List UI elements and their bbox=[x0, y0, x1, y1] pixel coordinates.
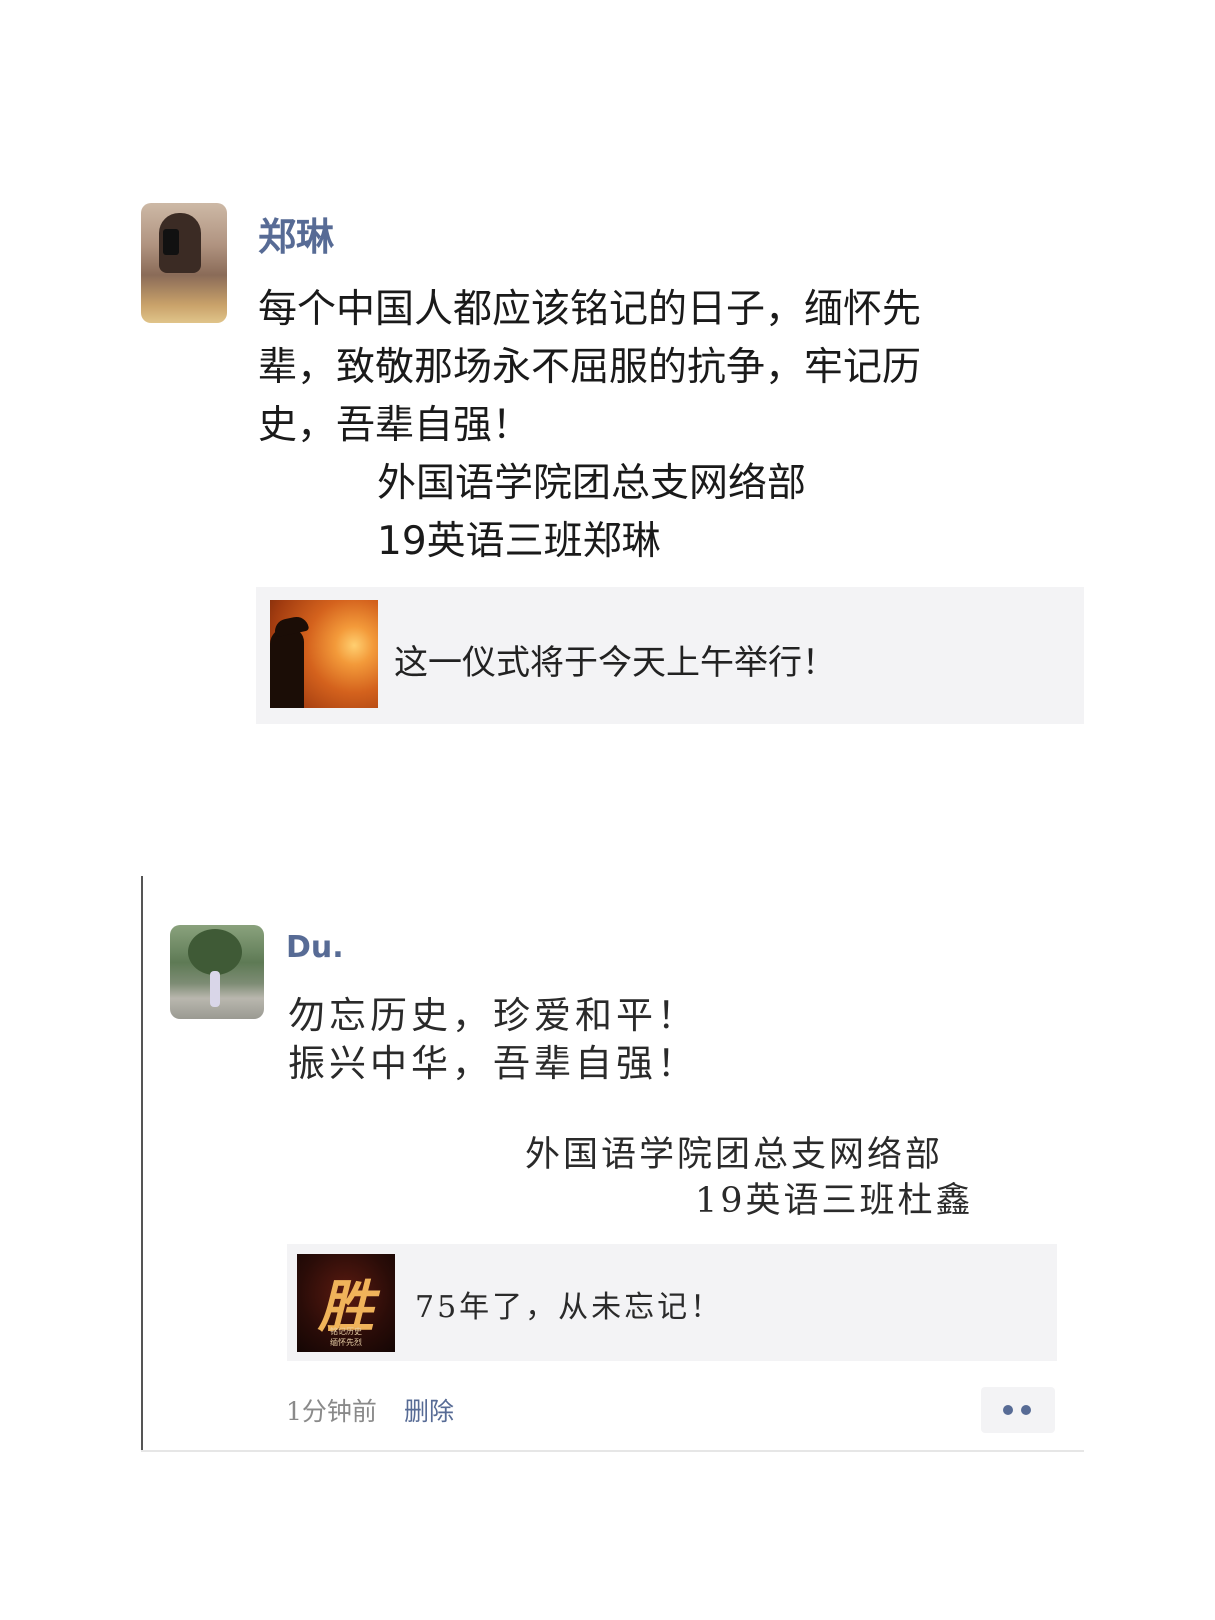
bottom-border bbox=[141, 1450, 1084, 1452]
post-signature-line: 外国语学院团总支网络部 bbox=[525, 1135, 944, 1175]
post-text-line: 辈，致敬那场永不屈服的抗争，牢记历 bbox=[258, 345, 922, 390]
link-title: 75年了，从未忘记！ bbox=[415, 1290, 724, 1325]
left-border bbox=[141, 876, 143, 1451]
delete-link[interactable]: 删除 bbox=[404, 1392, 454, 1428]
post-text-line: 每个中国人都应该铭记的日子，缅怀先 bbox=[258, 287, 922, 332]
shared-link-card[interactable]: 胜 铭记历史 缅怀先烈 75年了，从未忘记！ bbox=[287, 1244, 1057, 1361]
shared-link-card[interactable]: 这一仪式将于今天上午举行！ bbox=[256, 587, 1084, 724]
post-text-line: 振兴中华，吾辈自强！ bbox=[288, 1042, 698, 1085]
silhouette-icon bbox=[270, 628, 304, 708]
link-thumb-caption: 铭记历史 bbox=[330, 1327, 362, 1336]
more-actions-button[interactable] bbox=[981, 1387, 1055, 1433]
dot-icon bbox=[1021, 1405, 1031, 1415]
avatar-phone bbox=[163, 229, 179, 255]
link-thumbnail: 胜 铭记历史 缅怀先烈 bbox=[297, 1254, 395, 1352]
dot-icon bbox=[1003, 1405, 1013, 1415]
silhouette-hat-icon bbox=[272, 614, 310, 638]
avatar-person bbox=[210, 971, 220, 1007]
author-name[interactable]: Du. bbox=[286, 930, 344, 965]
post-signature-line: 19英语三班郑琳 bbox=[377, 519, 661, 564]
link-thumb-caption: 缅怀先烈 bbox=[330, 1338, 362, 1347]
link-thumbnail bbox=[270, 600, 378, 708]
avatar[interactable] bbox=[170, 925, 264, 1019]
link-title: 这一仪式将于今天上午举行！ bbox=[394, 643, 836, 683]
post-timestamp: 1分钟前 bbox=[286, 1397, 377, 1426]
avatar-tree bbox=[188, 929, 242, 975]
post-text-line: 史，吾辈自强！ bbox=[258, 403, 532, 448]
post-signature-line: 外国语学院团总支网络部 bbox=[377, 461, 807, 506]
post-signature-line: 19英语三班杜鑫 bbox=[695, 1181, 974, 1221]
author-name[interactable]: 郑琳 bbox=[258, 206, 334, 261]
post-text-line: 勿忘历史，珍爱和平！ bbox=[288, 994, 698, 1037]
avatar[interactable] bbox=[141, 203, 227, 323]
